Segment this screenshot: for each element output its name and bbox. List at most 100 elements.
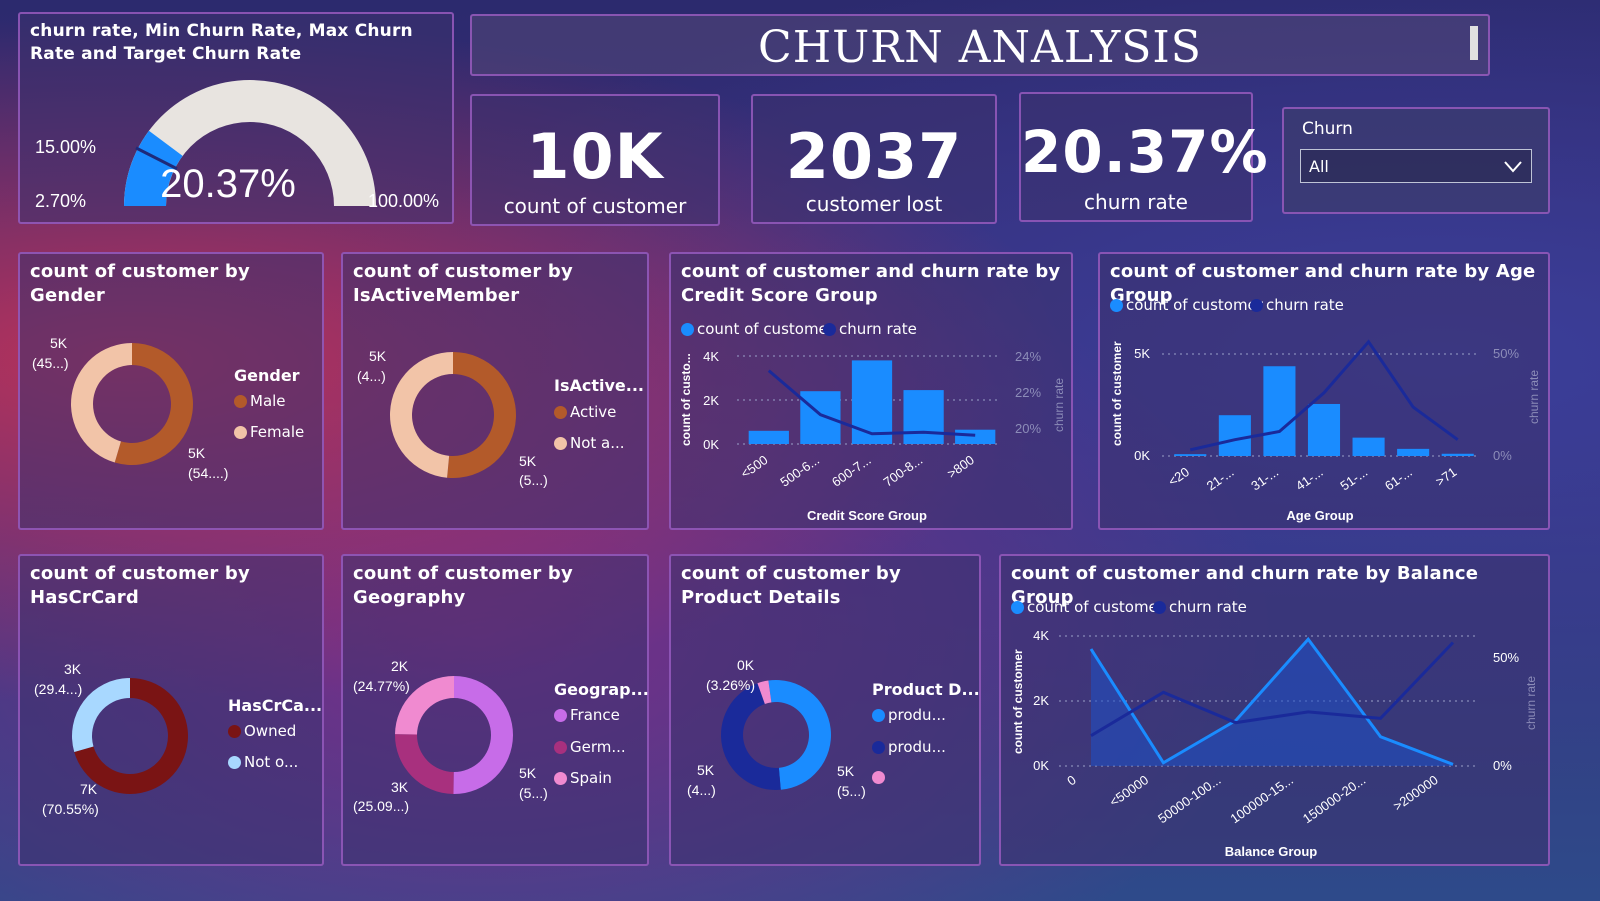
y2-axis-title: churn rate: [1524, 676, 1538, 730]
x-tick: 150000-20...: [1300, 772, 1368, 826]
kpi-value: 20.37%: [1021, 118, 1269, 186]
bar[interactable]: [1441, 453, 1474, 456]
legend-item-product-3[interactable]: [872, 768, 888, 786]
bar[interactable]: [1397, 448, 1430, 456]
kpi-value: 10K: [526, 120, 664, 193]
donut-label: 5K: [837, 763, 855, 779]
legend-label: Owned: [244, 722, 297, 740]
y2-tick: 22%: [1015, 385, 1041, 400]
gauge-max-label: 100.00%: [368, 191, 439, 211]
donut-label: (3.26%): [706, 677, 755, 693]
donut-label: 2K: [391, 658, 409, 674]
donut-label: (45...): [32, 355, 69, 371]
x-axis-title: Age Group: [1286, 508, 1353, 523]
age-group-card: count of customer and churn rate by Age …: [1098, 252, 1550, 530]
legend-label: Female: [250, 423, 305, 441]
legend-dot: [872, 709, 885, 722]
donut-label: (5...): [519, 785, 548, 801]
kpi-churn-rate: 20.37% churn rate: [1019, 92, 1269, 222]
donut-label: 3K: [391, 779, 409, 795]
bar[interactable]: [1307, 403, 1341, 456]
y-tick: 4K: [703, 349, 719, 364]
gender-card: count of customer by Gender 5K (45...) 5…: [18, 252, 324, 530]
y-tick: 0K: [1134, 448, 1150, 463]
bar[interactable]: [1352, 437, 1385, 456]
legend-dot: [228, 756, 241, 769]
donut-label: 5K: [519, 453, 537, 469]
legend-dot: [234, 395, 247, 408]
x-tick: 50000-100...: [1155, 772, 1223, 826]
x-tick: 700-8...: [881, 452, 926, 490]
legend-title: Gender: [234, 366, 300, 385]
churn-dropdown[interactable]: All: [1300, 149, 1532, 183]
donut-slice[interactable]: [447, 352, 516, 478]
legend-item-not-active[interactable]: Not a...: [554, 434, 625, 452]
active-member-card: count of customer by IsActiveMember 5K (…: [341, 252, 649, 530]
banner-scroll-handle[interactable]: [1470, 26, 1478, 60]
donut-label: (70.55%): [42, 801, 99, 817]
y-axis-title: count of customer: [1011, 649, 1025, 754]
bar[interactable]: [1218, 415, 1251, 456]
x-axis-title: Balance Group: [1225, 844, 1318, 859]
legend-dot: [554, 437, 567, 450]
donut-label: 5K: [369, 348, 387, 364]
legend-item-france[interactable]: France: [554, 706, 620, 724]
bar[interactable]: [903, 390, 944, 444]
bar[interactable]: [1263, 366, 1296, 456]
legend-item-active[interactable]: Active: [554, 403, 616, 421]
donut-label: 5K: [50, 335, 68, 351]
legend-item-spain[interactable]: Spain: [554, 769, 612, 787]
donut-label: (5...): [519, 472, 548, 488]
legend-label: Male: [250, 392, 286, 410]
x-tick: 31-...: [1248, 464, 1281, 493]
y2-axis-title: churn rate: [1052, 378, 1066, 432]
y-axis-title: count of custo...: [679, 353, 693, 446]
donut-label: 5K: [519, 765, 537, 781]
legend-item-female[interactable]: Female: [234, 423, 304, 441]
donut-slice[interactable]: [453, 676, 513, 794]
x-tick: 61-...: [1382, 464, 1415, 493]
kpi-label: customer lost: [805, 192, 943, 216]
legend-item-not-owned[interactable]: Not o...: [228, 753, 298, 771]
x-tick: 500-6...: [777, 452, 822, 490]
has-cr-card-card: count of customer by HasCrCard 3K (29.4.…: [18, 554, 324, 866]
donut-slice[interactable]: [390, 352, 453, 478]
donut-label: (4...): [687, 782, 716, 798]
donut-label: 0K: [737, 657, 755, 673]
balance-group-chart: 4K 2K 0K 50% 0% count of customer churn …: [1011, 628, 1538, 859]
credit-score-card: count of customer and churn rate by Cred…: [669, 252, 1073, 530]
y-tick: 2K: [1033, 693, 1049, 708]
x-tick: <20: [1165, 464, 1192, 489]
legend-item-product-2[interactable]: produ...: [872, 738, 946, 756]
donut-label: (4...): [357, 368, 386, 384]
slicer-title: Churn: [1302, 119, 1353, 139]
gauge-svg: 20.37% 2.70% 100.00% 15.00%: [35, 80, 439, 211]
bar[interactable]: [800, 391, 841, 444]
bar[interactable]: [955, 429, 996, 444]
x-tick: <500: [738, 452, 771, 481]
legend-item-male[interactable]: Male: [234, 392, 286, 410]
bar[interactable]: [851, 360, 893, 444]
y-tick: 5K: [1134, 346, 1150, 361]
x-tick: <50000: [1107, 772, 1151, 809]
x-tick: 51-...: [1337, 464, 1370, 493]
legend-dot: [554, 406, 567, 419]
legend-item-germany[interactable]: Germ...: [554, 738, 626, 756]
age-group-chart: 5K 0K 50% 0% count of customer churn rat…: [1110, 339, 1541, 523]
legend-item-owned[interactable]: Owned: [228, 722, 296, 740]
legend-title: IsActive...: [554, 376, 644, 395]
bar[interactable]: [1174, 454, 1207, 456]
x-tick: 600-7...: [829, 452, 874, 490]
x-tick: >800: [944, 452, 977, 481]
legend-label: France: [570, 706, 620, 724]
credit-score-chart: 4K 2K 0K 24% 22% 20% count of custo... c…: [679, 349, 1066, 523]
gauge-target-label: 15.00%: [35, 137, 96, 157]
legend-label: Germ...: [570, 738, 626, 756]
legend-dot: [554, 741, 567, 754]
legend-item-product-1[interactable]: produ...: [872, 706, 946, 724]
legend-dot: [872, 771, 885, 784]
bar[interactable]: [748, 430, 789, 444]
kpi-label: churn rate: [1084, 190, 1188, 214]
legend-title: Product D...: [872, 680, 980, 699]
legend-label: produ...: [888, 706, 946, 724]
